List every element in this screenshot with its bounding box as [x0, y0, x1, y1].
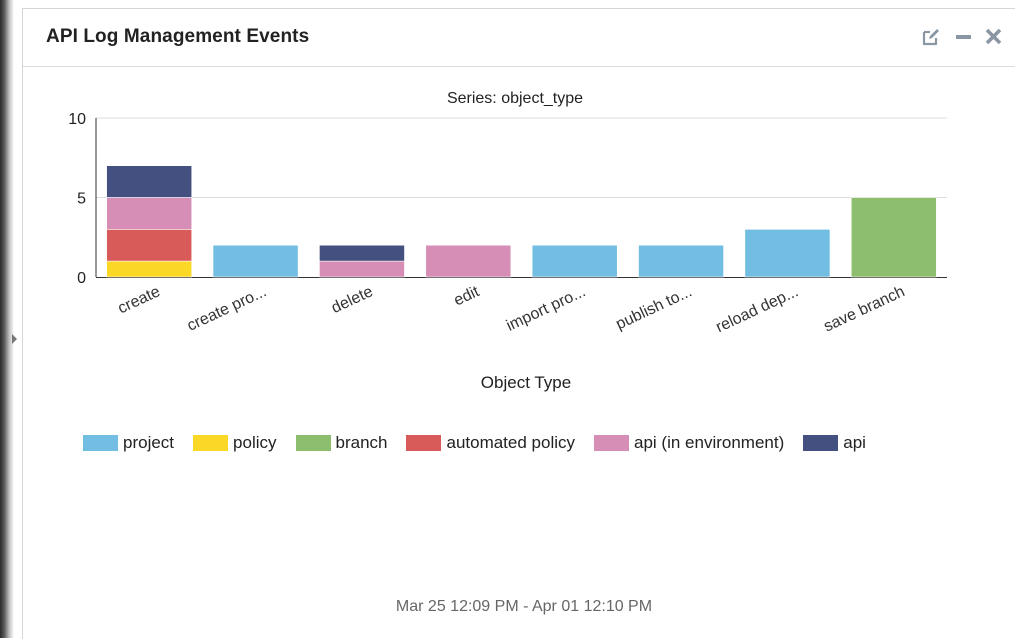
legend-label: automated policy: [446, 433, 576, 452]
bar-segment-project[interactable]: [531, 244, 618, 278]
legend-label: api: [843, 433, 866, 452]
bar-segment-policy[interactable]: [106, 260, 193, 278]
legend-item[interactable]: api: [803, 433, 866, 453]
bar-segment-api-in-environment-[interactable]: [319, 260, 405, 278]
y-tick-label: 5: [77, 191, 86, 208]
legend-swatch: [594, 435, 630, 451]
legend-swatch: [295, 435, 331, 451]
bar-segment-api[interactable]: [319, 244, 405, 262]
bar-segment-api-in-environment-[interactable]: [106, 197, 193, 230]
legend-label: policy: [233, 433, 277, 452]
x-tick-label: save branch: [821, 283, 907, 335]
bar-segment-api[interactable]: [106, 165, 193, 198]
legend-swatch: [193, 435, 229, 451]
legend-item[interactable]: policy: [193, 433, 277, 453]
legend-item[interactable]: project: [83, 433, 174, 453]
bar-segment-automated-policy[interactable]: [106, 229, 193, 262]
bar-segment-project[interactable]: [638, 244, 724, 278]
window-frame: API Log Management Events Series: object…: [0, 0, 1015, 639]
bar-segment-project[interactable]: [212, 244, 299, 278]
date-range-label: Mar 25 12:09 PM - Apr 01 12:10 PM: [395, 598, 653, 615]
legend-swatch: [406, 435, 442, 451]
y-tick-label: 10: [68, 111, 86, 128]
legend-item[interactable]: api (in environment): [594, 433, 784, 453]
x-axis-title: Object Type: [480, 373, 572, 392]
x-tick-label: reload dep...: [713, 283, 801, 336]
legend-label: api (in environment): [634, 433, 785, 452]
bar-segment-branch[interactable]: [850, 197, 937, 278]
legend-swatch: [803, 435, 839, 451]
legend-label: branch: [335, 433, 388, 452]
bar-segment-project[interactable]: [744, 229, 831, 278]
x-tick-label: create pro...: [185, 283, 270, 334]
x-tick-label: create: [115, 283, 163, 317]
legend-item[interactable]: automated policy: [406, 433, 575, 453]
x-tick-label: edit: [451, 283, 482, 310]
legend-label: project: [123, 433, 175, 452]
x-tick-label: publish to...: [613, 283, 694, 333]
x-tick-label: import pro...: [504, 283, 589, 334]
x-tick-label: delete: [329, 283, 376, 317]
bar-segment-api-in-environment-[interactable]: [425, 244, 512, 278]
legend-item[interactable]: branch: [295, 433, 388, 453]
chart-legend: project policy branch automated policy api (…: [83, 432, 885, 454]
legend-swatch: [83, 435, 118, 451]
chart-area: 0 5 10 create create pro... delete edit import …: [68, 111, 947, 336]
y-tick-label: 0: [77, 270, 86, 287]
